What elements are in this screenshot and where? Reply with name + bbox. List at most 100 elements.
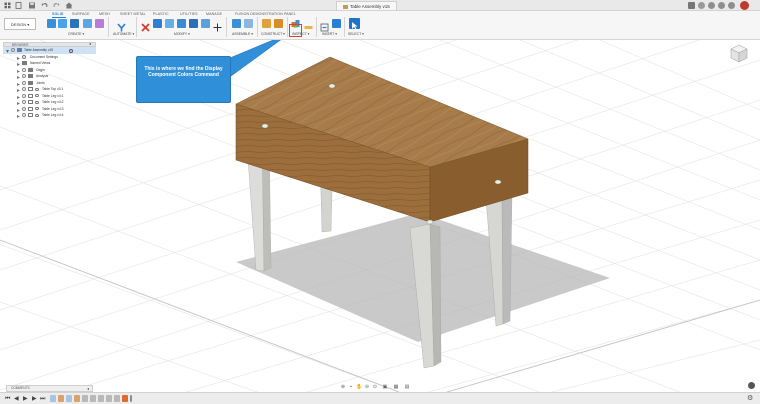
construct-group-label[interactable]: CONSTRUCT ▾ bbox=[261, 32, 285, 36]
pan-icon[interactable]: ✋ bbox=[356, 384, 362, 390]
canvas-viewport[interactable] bbox=[0, 40, 760, 392]
joint-icon[interactable] bbox=[244, 19, 253, 28]
extensions-icon[interactable] bbox=[698, 2, 705, 9]
plus-icon[interactable] bbox=[688, 2, 695, 9]
expand-arrow-icon[interactable] bbox=[17, 101, 20, 105]
insert-canvas-icon[interactable] bbox=[332, 19, 341, 28]
expand-arrow-icon[interactable] bbox=[17, 56, 20, 60]
document-tab[interactable]: Table Assembly v15 bbox=[336, 1, 397, 10]
zoom-icon[interactable]: ⊖ bbox=[364, 384, 370, 390]
combine-icon[interactable] bbox=[189, 19, 198, 28]
timeline-feature-icon[interactable] bbox=[106, 395, 112, 402]
move-copy-icon[interactable] bbox=[213, 19, 222, 32]
expand-arrow-icon[interactable] bbox=[17, 69, 20, 73]
notifications-icon[interactable] bbox=[718, 2, 725, 9]
file-icon[interactable] bbox=[15, 2, 23, 9]
visibility-bulb-icon[interactable] bbox=[22, 93, 26, 98]
timeline-feature-icon[interactable] bbox=[74, 395, 80, 402]
viewcube[interactable] bbox=[728, 42, 750, 64]
visibility-bulb-icon[interactable] bbox=[22, 87, 26, 92]
tab-mesh[interactable]: MESH bbox=[99, 12, 110, 16]
select-group-label[interactable]: SELECT ▾ bbox=[348, 32, 364, 36]
online-status-icon[interactable] bbox=[708, 2, 715, 9]
visibility-bulb-icon[interactable] bbox=[22, 100, 26, 105]
visibility-bulb-icon[interactable] bbox=[22, 106, 26, 111]
undo-icon[interactable] bbox=[41, 2, 49, 9]
home-icon[interactable] bbox=[65, 2, 73, 9]
visibility-bulb-icon[interactable] bbox=[22, 67, 26, 72]
insert-group-label[interactable]: INSERT ▾ bbox=[322, 32, 337, 36]
timeline-feature-icon[interactable] bbox=[82, 395, 88, 402]
browser-collapse-icon[interactable]: ◂ bbox=[89, 42, 91, 46]
tab-solid[interactable]: SOLID bbox=[52, 12, 63, 16]
display-component-colors-icon[interactable] bbox=[291, 15, 300, 28]
comments-add-icon[interactable]: ◂ bbox=[87, 386, 89, 391]
timeline-end-icon[interactable]: ⏭ bbox=[40, 395, 45, 403]
automate-icon[interactable] bbox=[117, 19, 126, 32]
tab-sheet-metal[interactable]: SHEET METAL bbox=[120, 12, 146, 16]
expand-arrow-icon[interactable] bbox=[17, 108, 20, 112]
fit-icon[interactable]: ⊙ bbox=[372, 384, 378, 390]
create-group-label[interactable]: CREATE ▾ bbox=[68, 32, 84, 36]
timeline-play-icon[interactable]: ▶ bbox=[23, 395, 28, 403]
timeline-joint-icon[interactable] bbox=[122, 395, 128, 402]
profile-icon[interactable] bbox=[740, 1, 749, 10]
expand-arrow-icon[interactable] bbox=[17, 114, 20, 118]
press-pull-icon[interactable] bbox=[153, 19, 162, 28]
expand-arrow-icon[interactable] bbox=[17, 95, 20, 99]
orbit-icon[interactable]: ⊕ bbox=[340, 384, 346, 390]
tab-manage[interactable]: MANAGE bbox=[206, 12, 222, 16]
timeline-forward-icon[interactable]: ▶ bbox=[32, 395, 37, 403]
comments-panel[interactable]: COMMENTS ◂ bbox=[6, 385, 93, 392]
timeline-feature-icon[interactable] bbox=[58, 395, 64, 402]
delete-icon[interactable] bbox=[141, 19, 150, 32]
plane-at-angle-icon[interactable] bbox=[274, 19, 283, 28]
help-icon[interactable] bbox=[728, 2, 735, 9]
expand-arrow-icon[interactable] bbox=[17, 75, 20, 79]
timeline-feature-icon[interactable] bbox=[114, 395, 120, 402]
timeline-start-icon[interactable]: ⏮ bbox=[5, 395, 10, 403]
expand-arrow-icon[interactable] bbox=[17, 62, 20, 66]
scale-icon[interactable] bbox=[201, 19, 210, 28]
browser-item-table-leg-4[interactable]: Table Leg v4:4 bbox=[3, 112, 96, 119]
revolve-icon[interactable] bbox=[83, 19, 92, 28]
assemble-group-label[interactable]: ASSEMBLE ▾ bbox=[232, 32, 253, 36]
timeline-feature-icon[interactable] bbox=[50, 395, 56, 402]
redo-icon[interactable] bbox=[52, 2, 60, 9]
timeline-feature-icon[interactable] bbox=[90, 395, 96, 402]
tab-fusion-demonstration-panel[interactable]: FUSION DEMONSTRATION PANEL bbox=[235, 12, 296, 16]
visibility-bulb-icon[interactable] bbox=[11, 48, 15, 53]
insert-derive-icon[interactable] bbox=[320, 19, 329, 32]
grid-settings-icon[interactable]: ▦ bbox=[393, 384, 399, 390]
extrude-icon[interactable] bbox=[70, 19, 79, 28]
grid-icon[interactable] bbox=[4, 2, 12, 9]
select-icon[interactable] bbox=[349, 18, 360, 30]
viewport-settings-icon[interactable] bbox=[748, 382, 755, 389]
shell-icon[interactable] bbox=[177, 19, 186, 28]
fillet-icon[interactable] bbox=[165, 19, 174, 28]
gear-icon[interactable]: ⚙ bbox=[747, 394, 753, 402]
new-component-assemble-icon[interactable] bbox=[232, 19, 241, 28]
timeline-feature-icon[interactable] bbox=[66, 395, 72, 402]
tab-utilities[interactable]: UTILITIES bbox=[180, 12, 198, 16]
expand-arrow-icon[interactable] bbox=[6, 49, 9, 53]
viewports-icon[interactable]: ▤ bbox=[404, 384, 410, 390]
automate-group-label[interactable]: AUTOMATE ▾ bbox=[113, 32, 134, 36]
new-component-icon[interactable] bbox=[47, 19, 56, 28]
workspace-switcher[interactable]: DESIGN ▾ bbox=[4, 18, 36, 30]
display-settings-icon[interactable]: ▣ bbox=[382, 384, 388, 390]
measure-icon[interactable] bbox=[304, 19, 313, 29]
visibility-bulb-icon[interactable] bbox=[22, 113, 26, 118]
hole-icon[interactable] bbox=[95, 19, 104, 28]
timeline-marker[interactable] bbox=[130, 395, 132, 402]
timeline-back-icon[interactable]: ◀ bbox=[14, 395, 19, 403]
offset-plane-icon[interactable] bbox=[262, 19, 271, 28]
timeline-feature-icon[interactable] bbox=[98, 395, 104, 402]
create-sketch-icon[interactable] bbox=[58, 19, 67, 28]
tab-surface[interactable]: SURFACE bbox=[72, 12, 90, 16]
modify-group-label[interactable]: MODIFY ▾ bbox=[174, 32, 190, 36]
save-icon[interactable] bbox=[28, 2, 36, 9]
active-radio-icon[interactable] bbox=[69, 48, 73, 53]
visibility-bulb-icon[interactable] bbox=[22, 80, 26, 85]
tab-plastic[interactable]: PLASTIC bbox=[153, 12, 169, 16]
